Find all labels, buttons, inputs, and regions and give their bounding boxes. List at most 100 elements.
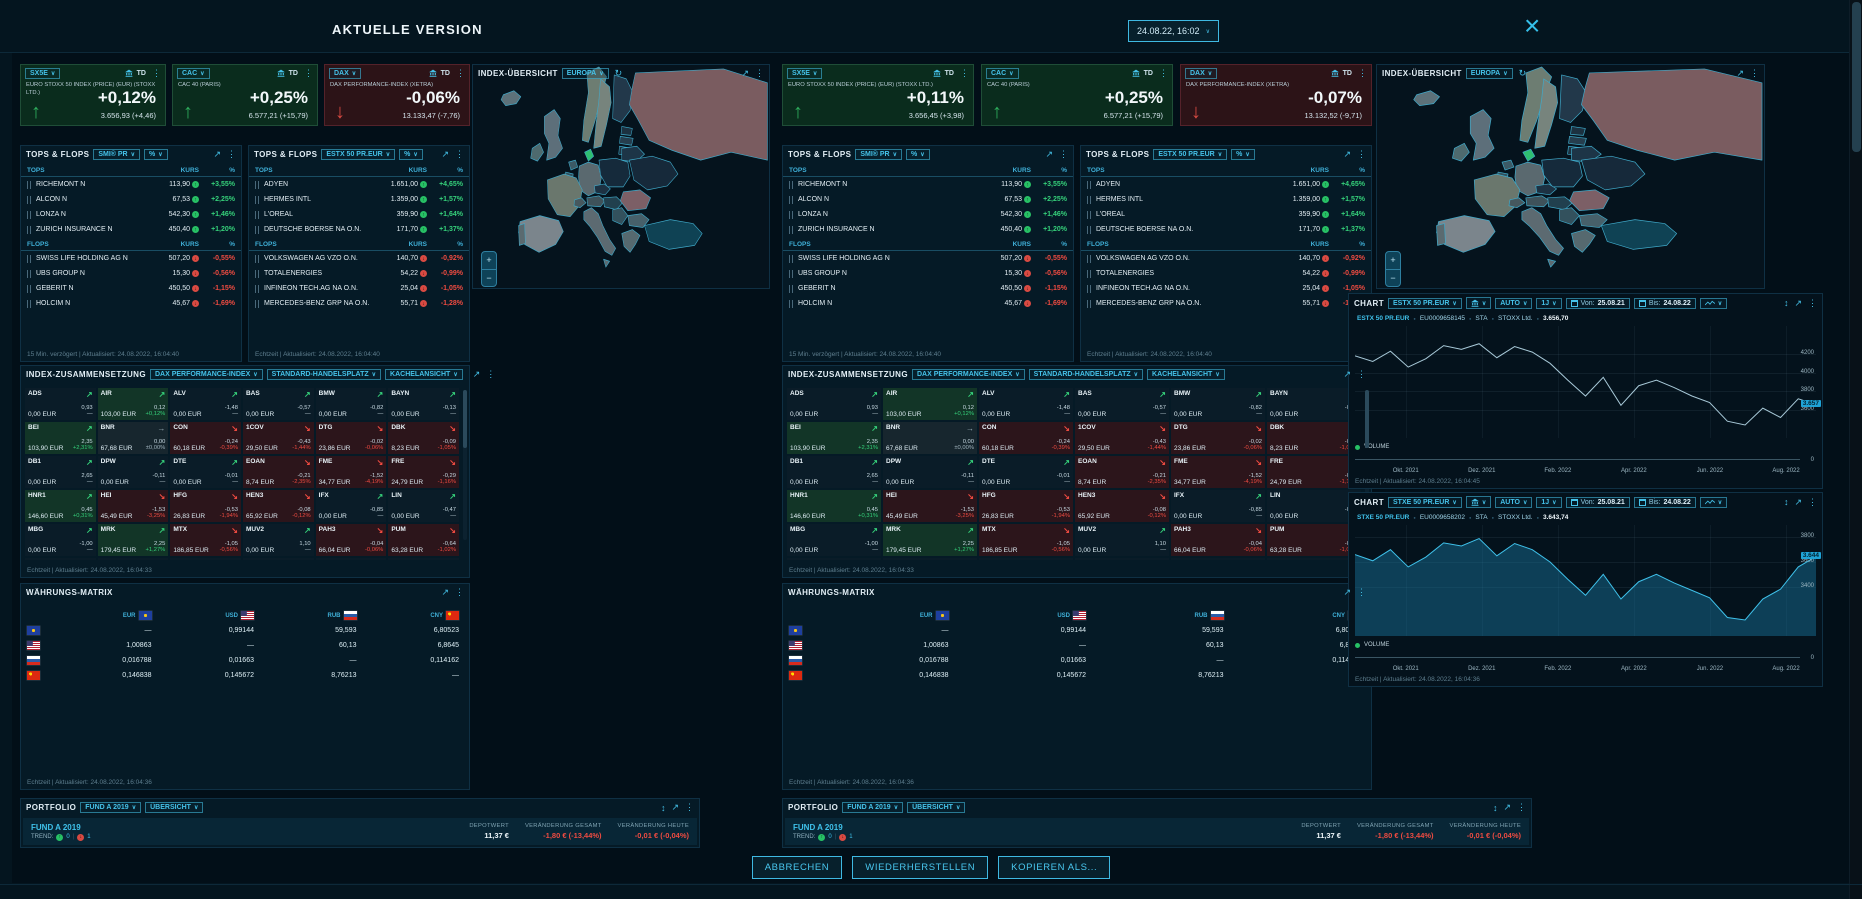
component-tile-mtx[interactable]: MTX↘186,85 EUR-1,05-0,56% — [979, 524, 1073, 556]
instrument-row[interactable]: ZURICH INSURANCE N450,40↑+1,20% — [783, 222, 1073, 237]
instrument-row[interactable]: LONZA N542,30↑+1,46% — [21, 207, 241, 222]
component-tile-clipped[interactable]: SHL — [388, 558, 459, 560]
component-tile-bmw[interactable]: BMW↗0,00 EUR-0,82— — [1171, 388, 1265, 420]
kebab-menu-icon[interactable]: ⋮ — [1059, 149, 1068, 160]
instrument-select[interactable]: ESTX 50 PR.EUR∨ — [1153, 149, 1227, 160]
component-tile-clipped[interactable]: SAP — [170, 558, 241, 560]
drag-handle-icon[interactable] — [27, 226, 31, 234]
drag-handle-icon[interactable] — [789, 255, 793, 263]
drag-handle-icon[interactable] — [789, 226, 793, 234]
sort-icon[interactable]: ↕ — [661, 803, 666, 813]
kebab-menu-icon[interactable]: ⋮ — [1358, 68, 1367, 79]
expand-icon[interactable]: ↗ — [1045, 149, 1053, 160]
date-bis-picker[interactable]: Bis:24.08.22 — [1634, 298, 1696, 309]
expand-icon[interactable]: ↗ — [1794, 497, 1802, 508]
instrument-select[interactable]: SMI® PR∨ — [93, 149, 140, 160]
component-tile-dbk[interactable]: DBK↘8,23 EUR-0,09-1,05% — [388, 422, 459, 454]
component-tile-air[interactable]: AIR↗103,00 EUR0,12+0,12% — [98, 388, 169, 420]
drag-handle-icon[interactable] — [789, 300, 793, 308]
component-tile-bnr[interactable]: BNR→67,68 EUR0,00±0,00% — [883, 422, 977, 454]
component-tile-pum[interactable]: PUM↘63,28 EUR-0,64-1,02% — [1267, 524, 1361, 556]
component-tile-bei[interactable]: BEI↗103,90 EUR2,35+2,31% — [787, 422, 881, 454]
drag-handle-icon[interactable] — [27, 285, 31, 293]
component-tile-hen3[interactable]: HEN3↘65,92 EUR-0,08-0,12% — [243, 490, 314, 522]
chart-instrument-select[interactable]: ESTX 50 PR.EUR∨ — [1388, 298, 1462, 309]
component-tile-fme[interactable]: FME↘34,77 EUR-1,52-4,19% — [316, 456, 387, 488]
index-select[interactable]: DAX∨ — [329, 68, 361, 79]
instrument-row[interactable]: ALCON N67,53↑+2,25% — [21, 192, 241, 207]
grid-scrollbar-thumb[interactable] — [1365, 390, 1369, 448]
instrument-row[interactable]: TOTALENERGIES54,22↓-0,99% — [1081, 266, 1371, 281]
instrument-row[interactable]: MERCEDES-BENZ GRP NA O.N.55,71↓-1,28% — [1081, 296, 1371, 311]
kebab-menu-icon[interactable]: ⋮ — [1808, 497, 1817, 508]
expand-icon[interactable]: ↗ — [1343, 149, 1351, 160]
component-tile-bayn[interactable]: BAYN↗0,00 EUR-0,13— — [388, 388, 459, 420]
drag-handle-icon[interactable] — [1087, 211, 1091, 219]
component-tile-hfg[interactable]: HFG↘26,83 EUR-0,53-1,94% — [979, 490, 1073, 522]
kebab-menu-icon[interactable]: ⋮ — [455, 587, 464, 598]
drag-handle-icon[interactable] — [1087, 270, 1091, 278]
chart-type-select[interactable]: ∨ — [1700, 497, 1727, 508]
cancel-button[interactable]: ABBRECHEN — [752, 856, 843, 879]
component-tile-hen3[interactable]: HEN3↘65,92 EUR-0,08-0,12% — [1075, 490, 1169, 522]
expand-icon[interactable]: ↗ — [1503, 802, 1511, 813]
refresh-icon[interactable]: ↻ — [615, 68, 623, 79]
index-tile-sx5e[interactable]: SX5E∨TD⋮EURO STOXX 50 INDEX (PRICE) (EUR… — [20, 64, 166, 126]
component-tile-air[interactable]: AIR↗103,00 EUR0,12+0,12% — [883, 388, 977, 420]
instrument-select[interactable]: ESTX 50 PR.EUR∨ — [321, 149, 395, 160]
instrument-select[interactable]: SMI® PR∨ — [855, 149, 902, 160]
drag-handle-icon[interactable] — [1087, 196, 1091, 204]
component-tile-dtg[interactable]: DTG↘23,86 EUR-0,02-0,06% — [316, 422, 387, 454]
kebab-menu-icon[interactable]: ⋮ — [1159, 68, 1168, 79]
index-tile-dax[interactable]: DAX∨TD⋮DAX PERFORMANCE-INDEX (XETRA)↓-0,… — [1180, 64, 1372, 126]
kebab-menu-icon[interactable]: ⋮ — [685, 802, 694, 813]
kebab-menu-icon[interactable]: ⋮ — [152, 68, 161, 79]
component-tile-dbk[interactable]: DBK↘8,23 EUR-0,09-1,05% — [1267, 422, 1361, 454]
component-tile-dte[interactable]: DTE↗0,00 EUR-0,01— — [170, 456, 241, 488]
kebab-menu-icon[interactable]: ⋮ — [1357, 149, 1366, 160]
index-tile-dax[interactable]: DAX∨TD⋮DAX PERFORMANCE-INDEX (XETRA)↓-0,… — [324, 64, 470, 126]
instrument-row[interactable]: SWISS LIFE HOLDING AG N507,20↓-0,55% — [783, 251, 1073, 266]
kebab-menu-icon[interactable]: ⋮ — [1750, 68, 1759, 79]
zoom-in-button[interactable]: + — [1386, 252, 1400, 270]
component-tile-clipped[interactable]: QIA — [787, 558, 881, 560]
expand-icon[interactable]: ↗ — [1343, 587, 1351, 598]
scrollbar-track[interactable] — [1849, 0, 1862, 899]
component-tile-bnr[interactable]: BNR→67,68 EUR0,00±0,00% — [98, 422, 169, 454]
drag-handle-icon[interactable] — [27, 196, 31, 204]
fund-name-link[interactable]: FUND A 2019 — [31, 823, 91, 832]
copy-as-button[interactable]: KOPIEREN ALS... — [998, 856, 1110, 879]
fund-select[interactable]: FUND A 2019∨ — [80, 802, 141, 813]
drag-handle-icon[interactable] — [27, 181, 31, 189]
component-tile-pah3[interactable]: PAH3↘66,04 EUR-0,04-0,06% — [316, 524, 387, 556]
instrument-row[interactable]: HERMES INTL1.359,00↑+1,57% — [1081, 192, 1371, 207]
grid-scrollbar-thumb[interactable] — [463, 390, 467, 448]
instrument-row[interactable]: UBS GROUP N15,30↓-0,56% — [783, 266, 1073, 281]
index-tile-sx5e[interactable]: SX5E∨TD⋮EURO STOXX 50 INDEX (PRICE) (EUR… — [782, 64, 974, 126]
index-select[interactable]: DAX PERFORMANCE-INDEX∨ — [912, 369, 1025, 380]
kebab-menu-icon[interactable]: ⋮ — [227, 149, 236, 160]
instrument-row[interactable]: RICHEMONT N113,90↑+3,55% — [21, 177, 241, 192]
europe-map[interactable] — [473, 65, 769, 288]
component-tile-clipped[interactable]: SAP — [979, 558, 1073, 560]
instrument-row[interactable]: RICHEMONT N113,90↑+3,55% — [783, 177, 1073, 192]
drag-handle-icon[interactable] — [27, 300, 31, 308]
instrument-row[interactable]: INFINEON TECH.AG NA O.N.25,04↓-1,05% — [249, 281, 469, 296]
fit-vertical-icon[interactable]: ↕ — [1784, 298, 1789, 308]
drag-handle-icon[interactable] — [1087, 285, 1091, 293]
unit-select[interactable]: %∨ — [906, 149, 930, 160]
index-select[interactable]: SX5E∨ — [787, 68, 822, 79]
drag-handle-icon[interactable] — [1087, 226, 1091, 234]
restore-button[interactable]: WIEDERHERSTELLEN — [852, 856, 988, 879]
index-tile-cac[interactable]: CAC∨TD⋮CAC 40 (PARIS)↑+0,25%6.577,21 (+1… — [172, 64, 318, 126]
portfolio-row[interactable]: FUND A 2019TREND:↑0|↓1DEPOTWERT11,37 €VE… — [785, 818, 1529, 845]
date-von-picker[interactable]: Von:25.08.21 — [1566, 497, 1630, 508]
instrument-row[interactable]: DEUTSCHE BOERSE NA O.N.171,70↑+1,37% — [1081, 222, 1371, 237]
expand-icon[interactable]: ↗ — [1343, 369, 1351, 380]
instrument-row[interactable]: VOLKSWAGEN AG VZO O.N.140,70↓-0,92% — [1081, 251, 1371, 266]
component-tile-dpw[interactable]: DPW↗0,00 EUR-0,11— — [98, 456, 169, 488]
refresh-icon[interactable]: ↻ — [1519, 68, 1527, 79]
component-tile-clipped[interactable]: RWE — [98, 558, 169, 560]
kebab-menu-icon[interactable]: ⋮ — [1808, 298, 1817, 309]
component-tile-pum[interactable]: PUM↘63,28 EUR-0,64-1,02% — [388, 524, 459, 556]
